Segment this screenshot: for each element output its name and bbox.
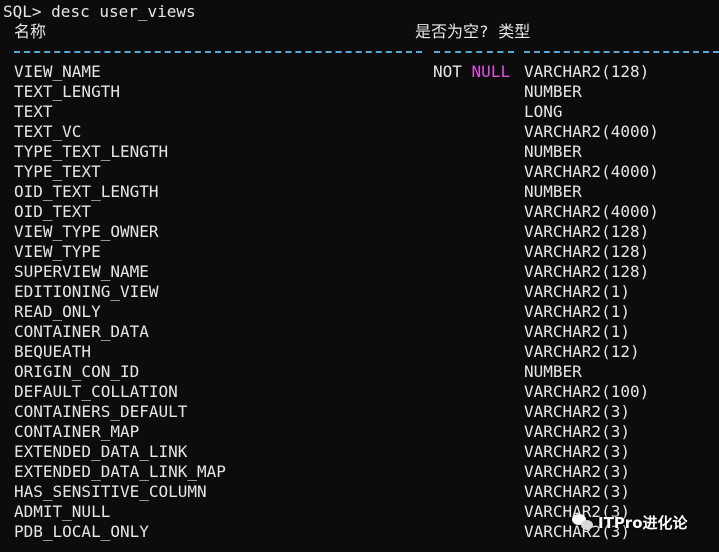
row-column-name: ORIGIN_CON_ID — [14, 362, 140, 381]
row-column-name: OID_TEXT — [14, 202, 92, 221]
row-column-name: TEXT_VC — [14, 122, 82, 141]
row-data-type: VARCHAR2(3) — [524, 462, 630, 481]
command-text: desc user_views — [51, 2, 196, 21]
row-data-type: VARCHAR2(100) — [524, 382, 650, 401]
row-data-type: NUMBER — [524, 82, 582, 101]
row-data-type: VARCHAR2(4000) — [524, 202, 659, 221]
row-column-name: DEFAULT_COLLATION — [14, 382, 178, 401]
watermark: ITPro进化论 — [572, 510, 688, 534]
row-column-name: CONTAINER_DATA — [14, 322, 149, 341]
row-data-type: VARCHAR2(12) — [524, 342, 640, 361]
row-column-name: EDITIONING_VIEW — [14, 282, 159, 301]
row-data-type: VARCHAR2(128) — [524, 222, 650, 241]
row-column-name: HAS_SENSITIVE_COLUMN — [14, 482, 207, 501]
row-data-type: VARCHAR2(3) — [524, 442, 630, 461]
separator-nullable — [434, 51, 514, 53]
row-column-name: VIEW_TYPE — [14, 242, 101, 261]
row-column-name: EXTENDED_DATA_LINK — [14, 442, 188, 461]
row-data-type: VARCHAR2(4000) — [524, 122, 659, 141]
watermark-text: ITPro进化论 — [598, 513, 688, 532]
row-column-name: TYPE_TEXT_LENGTH — [14, 142, 169, 161]
row-data-type: NUMBER — [524, 362, 582, 381]
row-column-name: VIEW_TYPE_OWNER — [14, 222, 159, 241]
separator-type — [524, 51, 719, 53]
row-data-type: VARCHAR2(1) — [524, 282, 630, 301]
row-data-type: VARCHAR2(3) — [524, 402, 630, 421]
row-column-name: PDB_LOCAL_ONLY — [14, 522, 149, 541]
row-column-name: CONTAINER_MAP — [14, 422, 140, 441]
row-data-type: NUMBER — [524, 182, 582, 201]
row-column-name: CONTAINERS_DEFAULT — [14, 402, 188, 421]
header-nullable-type: 是否为空? 类型 — [415, 22, 530, 42]
not-keyword: NOT — [433, 62, 462, 81]
row-column-name: OID_TEXT_LENGTH — [14, 182, 159, 201]
header-nullable: 是否为空? — [415, 22, 489, 41]
row-column-name: TYPE_TEXT — [14, 162, 101, 181]
wechat-icon — [572, 513, 594, 531]
row-column-name: SUPERVIEW_NAME — [14, 262, 149, 281]
separator-name — [14, 51, 422, 53]
sql-prompt: SQL> — [3, 2, 42, 21]
row-column-name: ADMIT_NULL — [14, 502, 111, 521]
row-data-type: LONG — [524, 102, 563, 121]
row-data-type: VARCHAR2(4000) — [524, 162, 659, 181]
row-data-type: VARCHAR2(128) — [524, 262, 650, 281]
row-data-type: VARCHAR2(128) — [524, 62, 650, 81]
row-data-type: NUMBER — [524, 142, 582, 161]
row-column-name: EXTENDED_DATA_LINK_MAP — [14, 462, 226, 481]
row-data-type: VARCHAR2(3) — [524, 422, 630, 441]
row-nullable: NOT NULL — [433, 62, 510, 82]
null-keyword: NULL — [471, 62, 511, 81]
row-data-type: VARCHAR2(128) — [524, 242, 650, 261]
terminal-window[interactable]: SQL> desc user_views 名称 是否为空? 类型 VIEW_NA… — [0, 0, 719, 552]
row-data-type: VARCHAR2(1) — [524, 302, 630, 321]
header-type: 类型 — [498, 22, 531, 41]
row-column-name: BEQUEATH — [14, 342, 92, 361]
row-column-name: TEXT_LENGTH — [14, 82, 120, 101]
row-data-type: VARCHAR2(3) — [524, 482, 630, 501]
header-name: 名称 — [14, 22, 47, 41]
row-column-name: TEXT — [14, 102, 53, 121]
command-line: SQL> desc user_views — [3, 2, 196, 22]
row-column-name: VIEW_NAME — [14, 62, 101, 81]
row-column-name: READ_ONLY — [14, 302, 101, 321]
row-data-type: VARCHAR2(1) — [524, 322, 630, 341]
